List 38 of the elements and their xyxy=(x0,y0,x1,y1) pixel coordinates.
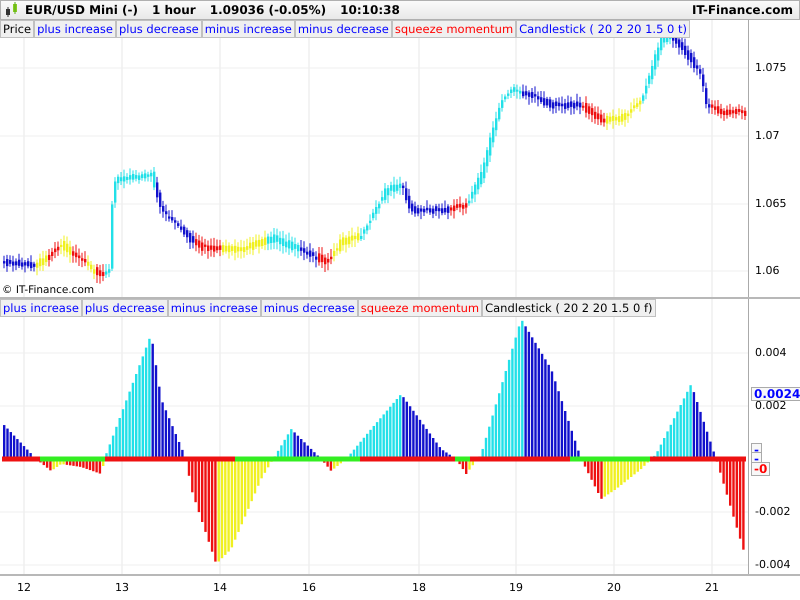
timeframe-label: 1 hour xyxy=(152,3,196,17)
axis-label: 1.06 xyxy=(755,264,780,277)
value-marker: 0.0024 xyxy=(751,387,800,401)
axis-label: 1.07 xyxy=(755,129,780,142)
legend-item[interactable]: plus decrease xyxy=(82,299,168,317)
axis-label: 16 xyxy=(301,581,317,594)
brand-label: IT-Finance.com xyxy=(692,3,793,17)
legend-item[interactable]: squeeze momentum xyxy=(392,20,516,38)
time-label: 10:10:38 xyxy=(340,3,400,17)
legend-item[interactable]: Candlestick ( 20 2 20 1.5 0 f) xyxy=(482,299,656,317)
axis-label: -0.002 xyxy=(755,505,790,518)
axis-label: 19 xyxy=(508,581,524,594)
legend-item[interactable]: minus decrease xyxy=(260,299,358,317)
quote-label: 1.09036 (-0.05%) xyxy=(210,3,326,17)
legend-item[interactable]: Price xyxy=(0,20,34,38)
copyright-label: © IT-Finance.com xyxy=(2,284,94,296)
legend-item[interactable]: minus increase xyxy=(202,20,295,38)
legend-item[interactable]: plus decrease xyxy=(116,20,202,38)
axis-label: 1.075 xyxy=(755,61,786,74)
legend-item[interactable]: Candlestick ( 20 2 20 1.5 0 t) xyxy=(516,20,690,38)
legend-item[interactable]: plus increase xyxy=(34,20,116,38)
legend-item[interactable]: plus increase xyxy=(0,299,82,317)
axis-label: 0.004 xyxy=(755,346,786,359)
legend-item[interactable]: minus increase xyxy=(168,299,261,317)
legend-item[interactable]: minus decrease xyxy=(294,20,392,38)
axis-label: 20 xyxy=(606,581,622,594)
axis-label: -0.004 xyxy=(755,558,790,571)
axis-label: 13 xyxy=(114,581,130,594)
axis-label: 18 xyxy=(411,581,427,594)
axis-label: 21 xyxy=(704,581,720,594)
axis-label: 1.065 xyxy=(755,197,786,210)
candlestick-icon xyxy=(5,2,19,18)
axis-label: 12 xyxy=(16,581,32,594)
axis-label: 14 xyxy=(212,581,228,594)
legend-item[interactable]: squeeze momentum xyxy=(358,299,482,317)
value-marker: -0 xyxy=(751,462,770,476)
symbol-label: EUR/USD Mini (-) xyxy=(25,3,138,17)
axis-label: 0.002 xyxy=(755,399,786,412)
